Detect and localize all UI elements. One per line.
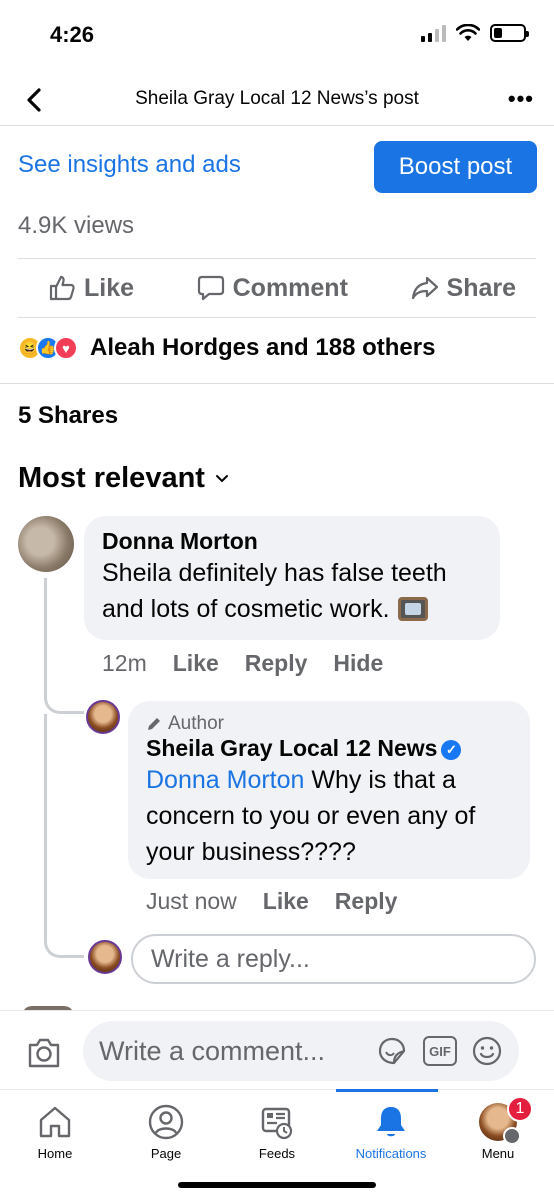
reply-reply-button[interactable]: Reply bbox=[335, 888, 398, 915]
bell-icon bbox=[377, 1107, 405, 1137]
battery-icon bbox=[490, 24, 529, 42]
camera-icon[interactable] bbox=[26, 1035, 62, 1071]
reply-input[interactable]: Write a reply... bbox=[131, 934, 536, 984]
menu-icon bbox=[503, 1127, 521, 1145]
love-reaction-icon: ♥ bbox=[54, 336, 78, 360]
like-label: Like bbox=[84, 273, 135, 302]
comment-icon bbox=[197, 275, 224, 301]
more-options-button[interactable]: ••• bbox=[508, 86, 534, 112]
reaction-text: Aleah Hordges and 188 others bbox=[90, 334, 436, 361]
tab-label: Page bbox=[150, 1146, 182, 1161]
status-icons bbox=[421, 24, 529, 42]
comment-composer: Write a comment... GIF bbox=[0, 1010, 554, 1090]
thread-connector bbox=[44, 690, 84, 714]
composer-icons: GIF bbox=[375, 1034, 503, 1068]
notification-badge: 1 bbox=[507, 1096, 533, 1122]
share-button[interactable]: Share bbox=[411, 274, 516, 303]
home-indicator bbox=[178, 1182, 376, 1188]
reaction-summary[interactable]: 😆 👍 ♥ Aleah Hordges and 188 others bbox=[18, 334, 435, 362]
thread-line bbox=[44, 714, 82, 936]
comment-author[interactable]: Donna Morton bbox=[102, 528, 482, 555]
reaction-icons: 😆 👍 ♥ bbox=[18, 336, 78, 360]
comment-like-button[interactable]: Like bbox=[173, 650, 219, 677]
tab-home[interactable]: Home bbox=[0, 1090, 110, 1170]
boost-post-button[interactable]: Boost post bbox=[374, 141, 537, 193]
comment-button[interactable]: Comment bbox=[197, 274, 348, 303]
status-bar: 4:26 bbox=[0, 0, 554, 70]
avatar[interactable] bbox=[18, 516, 74, 572]
emoji-icon[interactable] bbox=[471, 1035, 503, 1067]
status-time: 4:26 bbox=[50, 22, 95, 47]
page-title: Sheila Gray Local 12 News’s post bbox=[135, 88, 419, 109]
signal-icon bbox=[421, 24, 446, 42]
tab-label: Feeds bbox=[258, 1146, 296, 1161]
pencil-icon bbox=[148, 718, 160, 730]
profile-icon bbox=[148, 1104, 184, 1140]
tv-emoji-icon bbox=[397, 597, 428, 621]
reply-bubble: Author Sheila Gray Local 12 News ✓ Donna … bbox=[128, 701, 530, 879]
insights-link[interactable]: See insights and ads bbox=[18, 151, 241, 179]
like-button[interactable]: Like bbox=[48, 274, 134, 303]
reply-time: Just now bbox=[146, 888, 237, 914]
reply-meta: Just now Like Reply bbox=[146, 888, 397, 915]
tab-page[interactable]: Page bbox=[111, 1090, 221, 1170]
mention-link[interactable]: Donna Morton bbox=[146, 766, 304, 794]
post-header: Sheila Gray Local 12 News’s post ••• bbox=[0, 74, 554, 126]
tab-feeds[interactable]: Feeds bbox=[222, 1090, 332, 1170]
author-tag-label: Author bbox=[168, 713, 224, 734]
reply-like-button[interactable]: Like bbox=[263, 888, 309, 915]
home-icon bbox=[39, 1106, 71, 1138]
gif-button[interactable]: GIF bbox=[423, 1036, 457, 1066]
comment-hide-button[interactable]: Hide bbox=[333, 650, 383, 677]
wifi-icon bbox=[456, 24, 480, 41]
comment-label: Comment bbox=[232, 273, 348, 302]
tab-label: Home bbox=[37, 1146, 73, 1161]
comment-meta: 12m Like Reply Hide bbox=[102, 650, 383, 677]
avatar[interactable] bbox=[86, 700, 120, 734]
thread-line bbox=[44, 578, 82, 698]
view-count: 4.9K views bbox=[18, 212, 135, 239]
comment-placeholder: Write a comment... bbox=[99, 1035, 326, 1066]
sort-dropdown[interactable]: Most relevant bbox=[18, 462, 229, 495]
tab-menu[interactable]: 1 Menu bbox=[443, 1090, 553, 1170]
comment-reply-button[interactable]: Reply bbox=[245, 650, 308, 677]
reply-text: Donna Morton Why is that a concern to yo… bbox=[146, 766, 476, 866]
comment-input[interactable]: Write a comment... GIF bbox=[83, 1021, 519, 1081]
comment-text: Sheila definitely has false teeth and lo… bbox=[102, 559, 447, 623]
sticker-icon[interactable] bbox=[375, 1034, 409, 1068]
sort-label: Most relevant bbox=[18, 462, 205, 494]
feeds-icon bbox=[261, 1107, 293, 1140]
tab-label: Notifications bbox=[355, 1146, 427, 1161]
thumbs-up-icon bbox=[49, 275, 75, 301]
share-label: Share bbox=[446, 273, 516, 302]
comment-time: 12m bbox=[102, 650, 147, 676]
tab-label: Menu bbox=[481, 1146, 515, 1161]
divider bbox=[0, 383, 554, 384]
post-actions: Like Comment Share bbox=[18, 258, 536, 318]
comment-bubble: Donna Morton Sheila definitely has false… bbox=[84, 516, 500, 640]
avatar bbox=[88, 940, 122, 974]
chevron-down-icon bbox=[215, 474, 228, 482]
verified-badge-icon: ✓ bbox=[441, 740, 462, 760]
thread-connector bbox=[44, 934, 84, 958]
share-arrow-icon bbox=[411, 276, 438, 300]
tab-notifications[interactable]: Notifications bbox=[336, 1089, 446, 1170]
reply-author[interactable]: Sheila Gray Local 12 News ✓ bbox=[146, 735, 512, 762]
author-badge: Author bbox=[146, 713, 512, 735]
share-count[interactable]: 5 Shares bbox=[18, 402, 118, 430]
